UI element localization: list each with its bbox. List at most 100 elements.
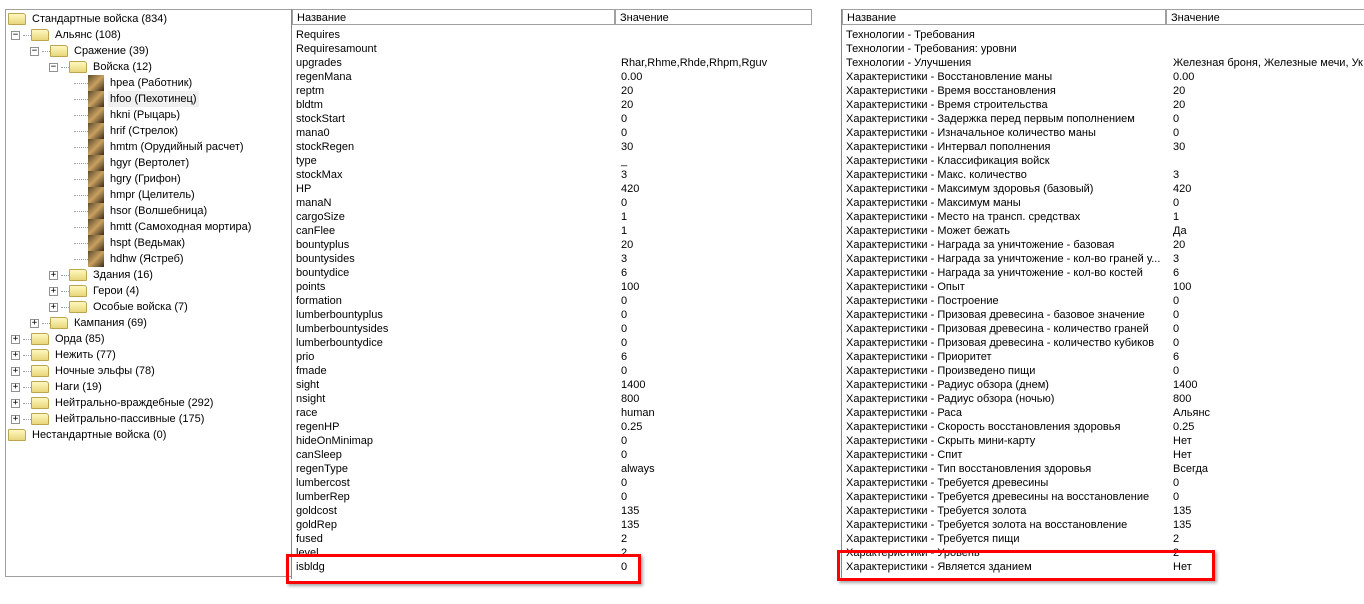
property-value[interactable]: Всегда [1173,462,1208,476]
property-name[interactable]: race [296,406,317,420]
expand-icon[interactable]: + [11,334,20,344]
tree-node[interactable]: + Нейтрально-пассивные (175) [11,411,206,427]
property-value[interactable]: 20 [1173,98,1185,112]
property-name[interactable]: Характеристики - Скорость восстановления… [846,420,1120,434]
property-value[interactable]: 0 [621,112,627,126]
property-value[interactable]: 0 [621,364,627,378]
expand-icon[interactable]: + [11,366,20,376]
property-name[interactable]: Характеристики - Время восстановления [846,84,1056,98]
tree-node[interactable]: + Особые войска (7) [49,299,190,315]
property-value[interactable]: 2 [1173,532,1179,546]
property-value[interactable]: 6 [1173,350,1179,364]
property-value[interactable]: 0 [621,336,627,350]
property-name[interactable]: Requiresamount [296,42,377,56]
tree-node[interactable]: − Войска (12) [49,59,154,75]
property-value[interactable]: 100 [621,280,639,294]
column-header-value[interactable]: Значение [1166,9,1364,25]
property-value[interactable]: 0 [621,308,627,322]
property-value[interactable]: 135 [621,518,639,532]
tree-node[interactable]: hmtm (Орудийный расчет) [68,139,246,155]
property-name[interactable]: goldRep [296,518,337,532]
property-value[interactable]: 1400 [1173,378,1197,392]
property-value[interactable]: 0.00 [1173,70,1194,84]
tree-node[interactable]: + Наги (19) [11,379,104,395]
property-value[interactable]: 135 [1173,504,1191,518]
tree-node[interactable]: + Нейтрально-враждебные (292) [11,395,215,411]
property-name[interactable]: Технологии - Улучшения [846,56,971,70]
property-name[interactable]: regenMana [296,70,352,84]
property-name[interactable]: type [296,154,317,168]
property-name[interactable]: Характеристики - Максимум маны [846,196,1021,210]
property-value[interactable]: 135 [621,504,639,518]
tree-node[interactable]: hpea (Работник) [68,75,194,91]
property-value[interactable]: 0 [1173,476,1179,490]
property-value[interactable]: 0.25 [1173,420,1194,434]
property-name[interactable]: fused [296,532,323,546]
property-name[interactable]: formation [296,294,342,308]
tree-node[interactable]: − Сражение (39) [30,43,151,59]
tree-node[interactable]: + Кампания (69) [30,315,149,331]
property-value[interactable]: 1400 [621,378,645,392]
property-value[interactable]: 20 [1173,238,1185,252]
column-header-value[interactable]: Значение [615,9,812,25]
property-value[interactable]: 420 [1173,182,1191,196]
property-value[interactable]: 0 [1173,294,1179,308]
tree-node[interactable]: − Альянс (108) [11,27,123,43]
property-name[interactable]: stockMax [296,168,342,182]
property-value[interactable]: 0 [1173,364,1179,378]
property-name[interactable]: bountyplus [296,238,349,252]
property-name[interactable]: Характеристики - Требуется золота на вос… [846,518,1127,532]
property-name[interactable]: Характеристики - Раса [846,406,962,420]
property-value[interactable]: 3 [621,252,627,266]
column-header-name[interactable]: Название [292,9,615,25]
property-name[interactable]: Характеристики - Максимум здоровья (базо… [846,182,1093,196]
property-value[interactable]: 0 [621,448,627,462]
property-value[interactable]: 0 [1173,336,1179,350]
property-value[interactable]: human [621,406,655,420]
property-name[interactable]: HP [296,182,311,196]
expand-icon[interactable]: + [49,286,58,296]
property-value[interactable]: 0 [1173,308,1179,322]
tree-node[interactable]: hsor (Волшебница) [68,203,209,219]
property-value[interactable]: 0 [621,434,627,448]
property-value[interactable]: 6 [621,350,627,364]
property-name[interactable]: Характеристики - Скрыть мини-карту [846,434,1035,448]
property-name[interactable]: regenType [296,462,348,476]
property-name[interactable]: Характеристики - Требуется древесины на … [846,490,1149,504]
tree-node[interactable]: hmpr (Целитель) [68,187,197,203]
property-value[interactable]: 20 [621,238,633,252]
tree-node[interactable]: hgyr (Вертолет) [68,155,191,171]
property-value[interactable]: 1 [621,224,627,238]
expand-icon[interactable]: + [30,318,39,328]
property-name[interactable]: manaN [296,196,331,210]
property-name[interactable]: Характеристики - Требуется древесины [846,476,1048,490]
property-value[interactable]: Альянс [1173,406,1210,420]
tree-node[interactable]: hmtt (Самоходная мортира) [68,219,253,235]
collapse-icon[interactable]: − [49,62,58,72]
property-name[interactable]: Requires [296,28,340,42]
property-value[interactable]: 0 [621,196,627,210]
property-name[interactable]: Характеристики - Требуется пищи [846,532,1019,546]
collapse-icon[interactable]: − [30,46,39,56]
property-name[interactable]: Технологии - Требования [846,28,975,42]
tree-node[interactable]: + Здания (16) [49,267,155,283]
property-name[interactable]: Характеристики - Задержка перед первым п… [846,112,1135,126]
property-name[interactable]: bountysides [296,252,355,266]
property-name[interactable]: prio [296,350,314,364]
expand-icon[interactable]: + [11,350,20,360]
property-value[interactable]: Нет [1173,448,1192,462]
raw-properties-grid[interactable]: Название Значение Requires Requiresamount… [291,9,812,579]
tree-node[interactable]: hgry (Грифон) [68,171,183,187]
property-value[interactable]: 0 [621,490,627,504]
property-name[interactable]: Характеристики - Радиус обзора (днем) [846,378,1049,392]
property-value[interactable]: always [621,462,655,476]
property-value[interactable]: 1 [1173,210,1179,224]
expand-icon[interactable]: + [49,270,58,280]
property-value[interactable]: 3 [1173,252,1179,266]
property-value[interactable]: 0 [621,476,627,490]
property-name[interactable]: points [296,280,325,294]
property-name[interactable]: stockStart [296,112,345,126]
property-value[interactable]: 30 [621,140,633,154]
property-name[interactable]: lumberRep [296,490,350,504]
tree-node[interactable]: + Герои (4) [49,283,141,299]
